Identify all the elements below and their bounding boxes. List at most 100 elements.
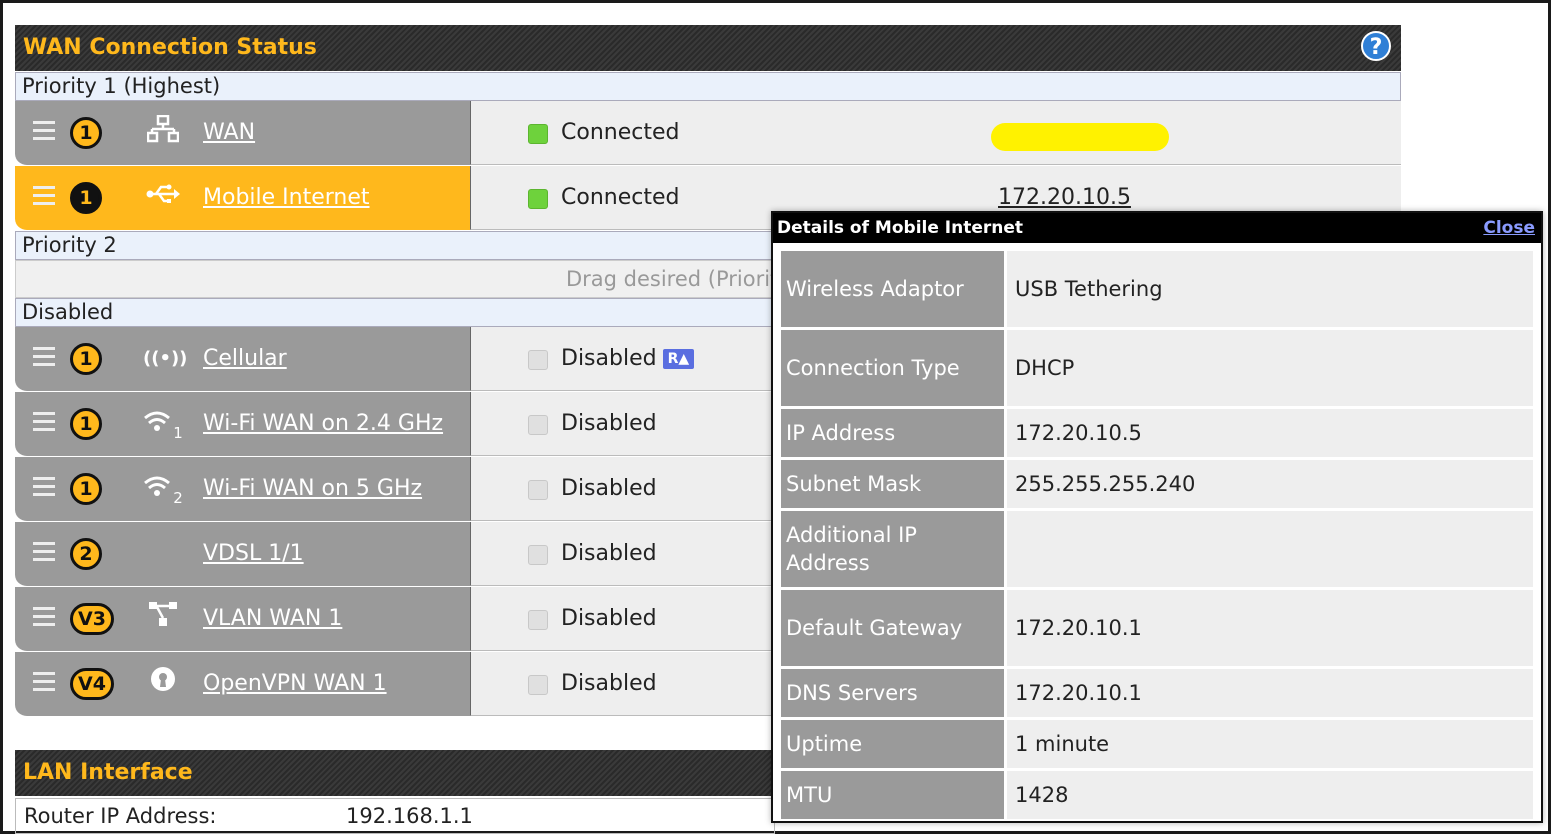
router-ip-value: 192.168.1.1: [346, 804, 473, 828]
detail-label: IP Address: [781, 409, 1004, 457]
detail-row: Wireless Adaptor USB Tethering: [781, 251, 1533, 327]
wifi-number: 1: [173, 423, 183, 442]
mobile-internet-link[interactable]: Mobile Internet: [203, 166, 370, 230]
status-text: Disabled: [561, 606, 657, 631]
detail-label: MTU: [781, 771, 1004, 819]
detail-value: [1007, 511, 1533, 587]
priority-1-label: Priority 1 (Highest): [15, 72, 1401, 101]
lan-interface-header: LAN Interface: [15, 750, 775, 796]
detail-label: Connection Type: [781, 330, 1004, 406]
wan-row-wan[interactable]: 1 WAN Connected: [15, 101, 1401, 166]
popup-title-bar: Details of Mobile Internet Close: [773, 213, 1541, 243]
detail-value: 172.20.10.1: [1007, 669, 1533, 717]
detail-row: Subnet Mask 255.255.255.240: [781, 460, 1533, 508]
priority-badge: 1: [70, 473, 102, 505]
detail-row: DNS Servers 172.20.10.1: [781, 669, 1533, 717]
status-indicator: [528, 610, 548, 630]
lan-interface-title: LAN Interface: [23, 760, 193, 785]
detail-label: Default Gateway: [781, 590, 1004, 666]
details-popup: Details of Mobile Internet Close Wireles…: [771, 211, 1543, 823]
detail-row: MTU 1428: [781, 771, 1533, 819]
drag-handle-icon[interactable]: [33, 186, 55, 206]
popup-title: Details of Mobile Internet: [777, 218, 1024, 238]
status-indicator: [528, 189, 548, 209]
detail-label: Additional IP Address: [781, 511, 1004, 587]
detail-row: Connection Type DHCP: [781, 330, 1533, 406]
drag-handle-icon[interactable]: [33, 412, 55, 432]
vlan-wan-link[interactable]: VLAN WAN 1: [203, 587, 342, 651]
detail-label: Wireless Adaptor: [781, 251, 1004, 327]
status-text: Disabled: [561, 476, 657, 501]
wan-row-left: 1 2 Wi-Fi WAN on 5 GHz: [15, 457, 470, 522]
status-indicator: [528, 415, 548, 435]
priority-badge: 1: [70, 182, 102, 214]
wan-status-header: WAN Connection Status ?: [15, 25, 1401, 71]
detail-value: 172.20.10.5: [1007, 409, 1533, 457]
drag-handle-icon[interactable]: [33, 672, 55, 692]
detail-value: DHCP: [1007, 330, 1533, 406]
detail-label: Uptime: [781, 720, 1004, 768]
drag-handle-icon[interactable]: [33, 121, 55, 141]
openvpn-icon: [143, 666, 183, 702]
status-text: Disabled: [561, 671, 657, 696]
wan-row-left: V3 VLAN WAN 1: [15, 587, 470, 652]
drag-handle-icon[interactable]: [33, 542, 55, 562]
close-link[interactable]: Close: [1483, 213, 1535, 243]
detail-value: 172.20.10.1: [1007, 590, 1533, 666]
vlan-icon: [143, 601, 183, 637]
status-indicator: [528, 545, 548, 565]
wifi-icon: 1: [143, 406, 183, 442]
wan-link[interactable]: WAN: [203, 101, 255, 165]
detail-row: Additional IP Address: [781, 511, 1533, 587]
status-text-wrap: Disabled R▲: [561, 327, 695, 391]
cellular-icon: ((•)): [143, 348, 188, 369]
wifi-number: 2: [173, 488, 183, 507]
detail-label: Subnet Mask: [781, 460, 1004, 508]
status-text: Disabled: [561, 346, 657, 371]
wan-row-status: Connected: [470, 101, 1401, 165]
status-indicator: [528, 675, 548, 695]
wan-row-left: 1 ((•)) Cellular: [15, 327, 470, 392]
cellular-link[interactable]: Cellular: [203, 327, 287, 391]
detail-row: Uptime 1 minute: [781, 720, 1533, 768]
wan-status-title: WAN Connection Status: [23, 35, 317, 60]
network-icon: [143, 114, 183, 151]
priority-badge: 1: [70, 343, 102, 375]
wan-row-left: 1 Mobile Internet: [15, 166, 470, 231]
detail-label: DNS Servers: [781, 669, 1004, 717]
status-text: Connected: [561, 120, 680, 145]
question-circle-icon[interactable]: ?: [1361, 31, 1391, 61]
detail-value: 1428: [1007, 771, 1533, 819]
wan-row-left: 2 VDSL 1/1: [15, 522, 470, 587]
openvpn-wan-link[interactable]: OpenVPN WAN 1: [203, 652, 387, 716]
priority-badge: V3: [70, 603, 114, 635]
priority-badge: 1: [70, 117, 102, 149]
usb-icon: [143, 180, 183, 216]
drag-handle-icon[interactable]: [33, 477, 55, 497]
ra-badge: R▲: [662, 349, 695, 369]
status-indicator: [528, 350, 548, 370]
wifi-5-link[interactable]: Wi-Fi WAN on 5 GHz: [203, 457, 422, 521]
priority-badge: 1: [70, 408, 102, 440]
vdsl-link[interactable]: VDSL 1/1: [203, 522, 304, 586]
status-indicator: [528, 480, 548, 500]
detail-value: 1 minute: [1007, 720, 1533, 768]
status-text: Connected: [561, 185, 680, 210]
router-ip-row: Router IP Address: 192.168.1.1: [15, 798, 775, 834]
detail-value: USB Tethering: [1007, 251, 1533, 327]
wifi-icon: 2: [143, 471, 183, 507]
wan-row-left: 1 WAN: [15, 101, 470, 166]
detail-row: Default Gateway 172.20.10.1: [781, 590, 1533, 666]
wifi-24-link[interactable]: Wi-Fi WAN on 2.4 GHz: [203, 392, 443, 456]
detail-row: IP Address 172.20.10.5: [781, 409, 1533, 457]
drag-handle-icon[interactable]: [33, 607, 55, 627]
wan-row-left: 1 1 Wi-Fi WAN on 2.4 GHz: [15, 392, 470, 457]
status-indicator: [528, 124, 548, 144]
detail-value: 255.255.255.240: [1007, 460, 1533, 508]
drag-handle-icon[interactable]: [33, 347, 55, 367]
status-text: Disabled: [561, 541, 657, 566]
priority-badge: V4: [70, 668, 114, 700]
router-ip-label: Router IP Address:: [24, 804, 217, 828]
redacted-ip-highlight: [991, 123, 1169, 151]
priority-badge: 2: [70, 538, 102, 570]
